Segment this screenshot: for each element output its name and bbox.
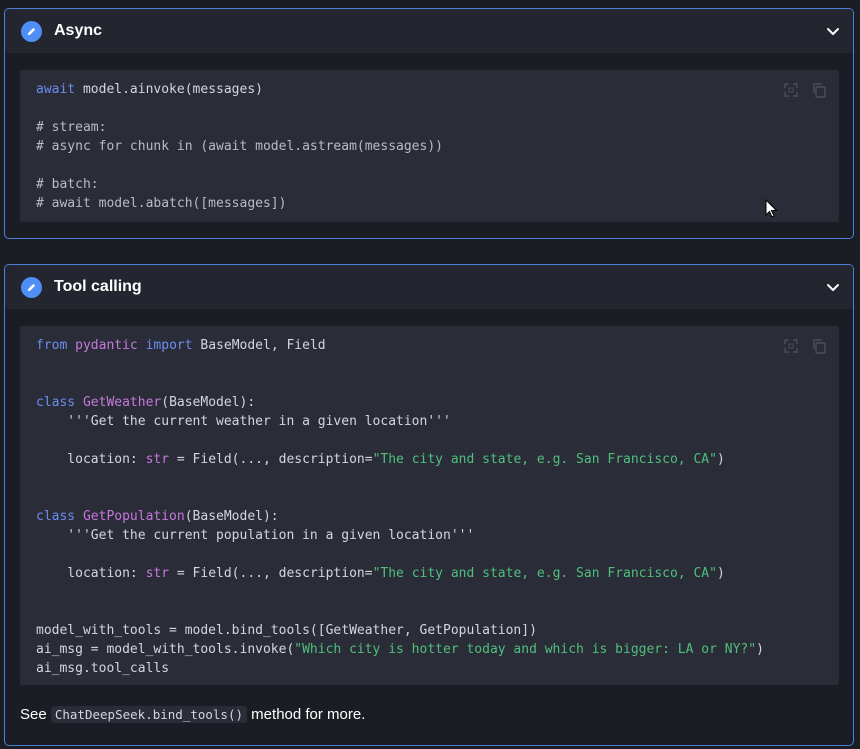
code-token: '''Get the current population in a given… xyxy=(36,528,475,543)
pencil-icon xyxy=(21,277,42,298)
code-token: GetWeather xyxy=(82,395,162,410)
code-token: str xyxy=(145,566,170,581)
code-token: location: xyxy=(36,452,146,467)
code-token: "The city and state, e.g. San Francisco,… xyxy=(372,566,717,581)
pencil-icon xyxy=(21,21,42,42)
code-token: = Field(..., description= xyxy=(169,452,373,467)
code-token: await xyxy=(36,82,76,97)
code-line: # batch: xyxy=(36,175,443,194)
async-code-block: await model.ainvoke(messages) # stream: #… xyxy=(20,70,839,222)
code-line: '''Get the current population in a given… xyxy=(36,526,764,545)
copy-icon[interactable] xyxy=(811,82,827,98)
code-line: ai_msg = model_with_tools.invoke("Which … xyxy=(36,640,764,659)
code-token: "The city and state, e.g. San Francisco,… xyxy=(372,452,717,467)
code-token: # await model.abatch([messages]) xyxy=(36,196,287,211)
code-line: location: str = Field(..., description="… xyxy=(36,450,764,469)
code-token: "Which city is hotter today and which is… xyxy=(294,642,757,657)
code-line: # stream: xyxy=(36,118,443,137)
code-token: # async for chunk in (await model.astrea… xyxy=(36,139,443,154)
code-line: class GetWeather(BaseModel): xyxy=(36,393,764,412)
async-code: await model.ainvoke(messages) # stream: #… xyxy=(36,80,443,213)
code-token: ai_msg.tool_calls xyxy=(36,661,170,676)
bind-tools-code-link[interactable]: ChatDeepSeek.bind_tools() xyxy=(50,706,248,723)
tool-calling-section-header[interactable]: Tool calling xyxy=(5,265,853,309)
footer-suffix: method for more. xyxy=(247,706,366,723)
async-section-title: Async xyxy=(54,22,103,39)
code-token: GetPopulation xyxy=(82,509,185,524)
code-token: (BaseModel): xyxy=(184,509,279,524)
code-token: ) xyxy=(756,642,764,657)
code-line: ai_msg.tool_calls xyxy=(36,659,764,678)
code-token: ai_msg = model_with_tools.invoke( xyxy=(36,642,295,657)
chevron-down-icon[interactable] xyxy=(825,279,841,295)
tool-calling-code: from pydantic import BaseModel, Field cl… xyxy=(36,336,764,678)
code-token: str xyxy=(145,452,170,467)
code-token: from xyxy=(36,338,68,353)
mouse-cursor-icon xyxy=(765,199,778,218)
code-line: from pydantic import BaseModel, Field xyxy=(36,336,764,355)
tool-calling-footer: See ChatDeepSeek.bind_tools() method for… xyxy=(20,706,365,723)
code-token: ) xyxy=(716,566,725,581)
code-line: location: str = Field(..., description="… xyxy=(36,564,764,583)
code-line: '''Get the current weather in a given lo… xyxy=(36,412,764,431)
code-token: BaseModel, Field xyxy=(192,338,326,353)
code-token: = Field(..., description= xyxy=(169,566,373,581)
code-token: model.ainvoke(messages) xyxy=(75,82,263,97)
code-token: class xyxy=(36,509,76,524)
chevron-down-icon[interactable] xyxy=(825,23,841,39)
code-token: ) xyxy=(716,452,725,467)
code-token: # stream: xyxy=(36,120,107,135)
copy-icon[interactable] xyxy=(811,338,827,354)
tool-calling-section-title: Tool calling xyxy=(54,278,142,295)
code-token: # batch: xyxy=(36,177,99,192)
code-token: pydantic xyxy=(75,338,138,353)
code-token: (BaseModel): xyxy=(161,395,256,410)
tool-calling-code-block: from pydantic import BaseModel, Field cl… xyxy=(20,326,839,685)
async-section-header[interactable]: Async xyxy=(5,9,853,53)
code-line: await model.ainvoke(messages) xyxy=(36,80,443,99)
code-token: '''Get the current weather in a given lo… xyxy=(36,414,451,429)
expand-icon[interactable] xyxy=(783,338,799,354)
footer-prefix: See xyxy=(20,706,51,723)
expand-icon[interactable] xyxy=(783,82,799,98)
code-line: # await model.abatch([messages]) xyxy=(36,194,443,213)
code-token: import xyxy=(145,338,193,353)
code-line: # async for chunk in (await model.astrea… xyxy=(36,137,443,156)
code-token: model_with_tools = model.bind_tools([Get… xyxy=(36,623,537,638)
code-line: class GetPopulation(BaseModel): xyxy=(36,507,764,526)
tool-calling-section: Tool calling from pydantic import BaseMo… xyxy=(4,264,854,746)
code-line: model_with_tools = model.bind_tools([Get… xyxy=(36,621,764,640)
code-token: class xyxy=(36,395,76,410)
code-token: location: xyxy=(36,566,146,581)
async-section: Async await model.ainvoke(messages) # st… xyxy=(4,8,854,239)
